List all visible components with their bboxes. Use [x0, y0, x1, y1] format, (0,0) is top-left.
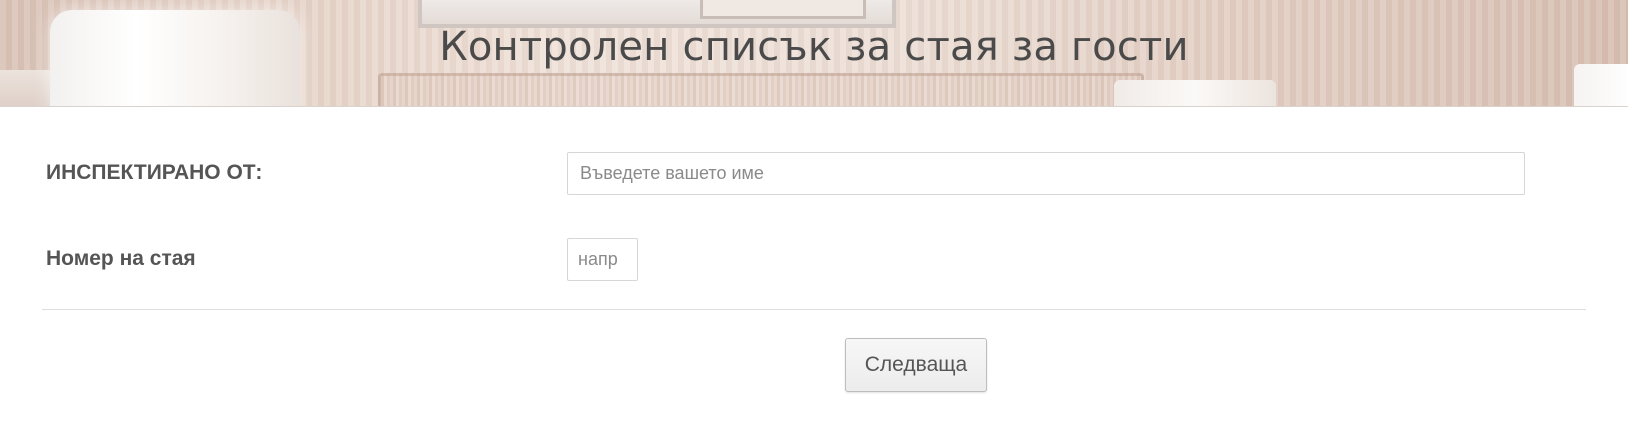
next-button[interactable]: Следваща — [845, 338, 987, 392]
header-banner: Контролен списък за стая за гости — [0, 0, 1628, 107]
checklist-page: Контролен списък за стая за гости ИНСПЕК… — [0, 0, 1628, 425]
banner-lamp-far-right — [1574, 64, 1628, 106]
page-title: Контролен списък за стая за гости — [439, 24, 1189, 70]
room-number-row: Номер на стая — [0, 238, 1628, 282]
banner-lamp-right — [1114, 80, 1276, 106]
inspected-by-row: ИНСПЕКТИРАНО ОТ: — [0, 152, 1628, 196]
inspected-by-input[interactable] — [567, 152, 1525, 195]
room-number-label: Номер на стая — [46, 247, 196, 270]
banner-picture-frame-small — [700, 0, 866, 19]
form-divider — [42, 309, 1586, 310]
inspected-by-label: ИНСПЕКТИРАНО ОТ: — [46, 161, 263, 184]
banner-headboard — [378, 73, 1144, 106]
room-number-input[interactable] — [567, 238, 638, 281]
